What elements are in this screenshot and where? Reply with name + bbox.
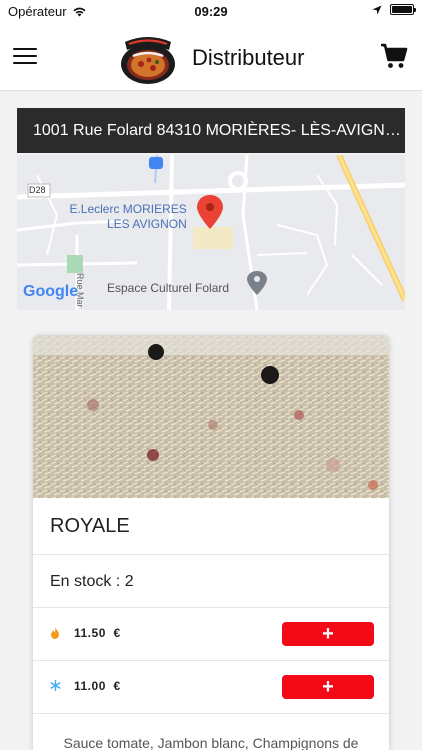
product-description: Sauce tomate, Jambon blanc, Champignons … (63, 735, 359, 750)
snowflake-icon (50, 680, 61, 691)
cart-icon[interactable] (380, 42, 408, 70)
address-bar: 1001 Rue Folard 84310 MORIÈRES- LÈS-AVIG… (17, 108, 405, 153)
stock-label: En stock : 2 (33, 555, 389, 608)
map-place-line2: LES AVIGNON (107, 217, 187, 231)
location-arrow-icon (372, 5, 382, 14)
price-hot: 11.50 € (74, 626, 121, 640)
brand-logo (121, 37, 175, 84)
product-card: ROYALE En stock : 2 11.50 € + 11.00 € + … (33, 335, 389, 750)
status-bar: Opérateur 09:29 (0, 0, 422, 24)
price-hot-value: 11.50 (74, 626, 106, 640)
price-cold: 11.00 € (74, 679, 121, 693)
flame-icon (51, 627, 59, 639)
price-hot-currency: € (113, 626, 121, 640)
product-name: ROYALE (33, 498, 389, 555)
map-poi-label: Espace Culturel Folard (107, 281, 230, 295)
add-cold-button[interactable]: + (282, 675, 374, 699)
status-right (372, 4, 416, 15)
map-place-line1: E.Leclerc MORIERES (69, 202, 187, 216)
add-hot-button[interactable]: + (282, 622, 374, 646)
menu-icon[interactable] (13, 48, 37, 66)
price-row-hot: 11.50 € + (33, 608, 389, 661)
product-image (33, 335, 389, 498)
battery-icon (390, 4, 416, 15)
price-cold-currency: € (113, 679, 121, 693)
google-logo: Google (23, 283, 79, 300)
map-view[interactable]: D28 E.Leclerc MORIERES LES AVIGNON Rue M… (17, 155, 405, 310)
clock: 09:29 (194, 4, 228, 19)
price-cold-value: 11.00 (74, 679, 106, 693)
map-place-label: E.Leclerc MORIERES LES AVIGNON (67, 202, 187, 232)
map-road-label: D28 (29, 185, 46, 195)
nav-bar: Distributeur (0, 24, 422, 91)
page-title: Distributeur (192, 45, 305, 70)
price-row-cold: 11.00 € + (33, 661, 389, 714)
